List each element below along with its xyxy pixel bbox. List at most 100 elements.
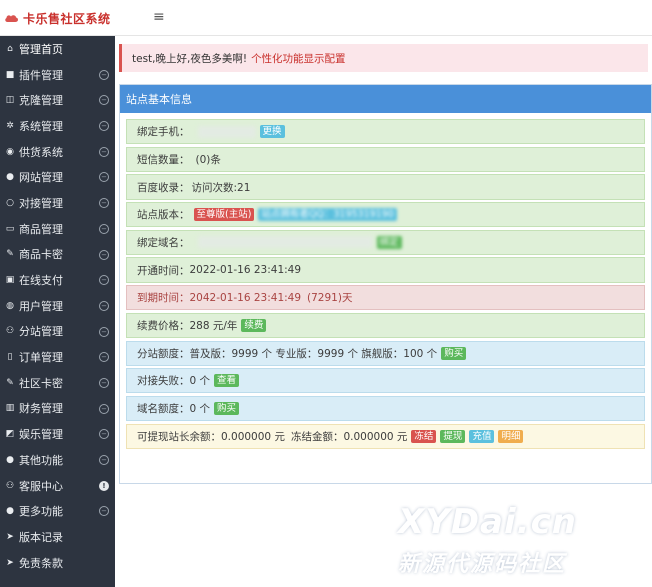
send-icon: ➤	[6, 531, 14, 542]
collapse-icon: −	[99, 352, 109, 363]
sidebar-item[interactable]: ◩ 娱乐管理 −	[0, 421, 115, 447]
collapse-icon: −	[99, 275, 109, 286]
finance-icon: ▥	[5, 403, 15, 414]
payment-icon: ▣	[5, 275, 15, 286]
cogs-icon: ✲	[6, 120, 14, 131]
row-baidu: 百度收录： 访问次数:21	[126, 174, 645, 200]
clone-icon: ◫	[5, 95, 15, 106]
version-badge: 至尊版(主站)	[193, 208, 255, 222]
collapse-icon: −	[99, 403, 109, 414]
sidebar-item[interactable]: ■ 插件管理 −	[0, 62, 115, 88]
sidebar-item-label: 更多功能	[19, 505, 63, 519]
sidebar-item[interactable]: ➤ 免责条款	[0, 550, 115, 576]
row-open-time: 开通时间： 2022-01-16 23:41:49	[126, 257, 645, 283]
sidebar-item[interactable]: ○ 对接管理 −	[0, 190, 115, 216]
power-icon: ○	[6, 197, 14, 208]
top-bar: 卡乐售社区系统 ≡	[0, 0, 652, 36]
owner-qq-badge: 站点拥有者QQ：3195319190	[258, 208, 397, 222]
expire-label: 到期时间：	[137, 292, 190, 305]
sidebar-item[interactable]: ➤ 版本记录	[0, 524, 115, 550]
sidebar-item[interactable]: ▯ 订单管理 −	[0, 344, 115, 370]
sidebar-item-label: 商品卡密	[19, 248, 63, 262]
sitemap-icon: ⚇	[5, 326, 15, 337]
entertainment-icon: ◩	[5, 429, 15, 440]
row-sms: 短信数量： (0)条	[126, 146, 645, 172]
sidebar-item[interactable]: ✎ 社区卡密 −	[0, 370, 115, 396]
sidebar-item[interactable]: ◉ 供货系统 −	[0, 139, 115, 165]
key-icon: ✎	[6, 249, 14, 260]
collapse-icon: −	[99, 121, 109, 132]
freeze-button[interactable]: 冻结	[411, 429, 437, 443]
supply-icon: ◉	[6, 146, 14, 157]
renew-button[interactable]: 续费	[241, 318, 267, 332]
order-icon: ▯	[7, 352, 13, 363]
sidebar-item[interactable]: ✎ 商品卡密 −	[0, 242, 115, 268]
bind-domain-button[interactable]: 绑定	[376, 235, 402, 249]
collapse-icon: −	[99, 198, 109, 209]
sidebar-item[interactable]: ◫ 克隆管理 −	[0, 87, 115, 113]
buy-domain-quota-button[interactable]: 购买	[214, 402, 240, 416]
sidebar-item[interactable]: ● 网站管理 −	[0, 164, 115, 190]
customer-service-icon: ⚇	[5, 480, 15, 491]
sidebar-item[interactable]: ⚇ 分站管理 −	[0, 319, 115, 345]
buy-quota-button[interactable]: 购买	[441, 346, 467, 360]
row-renew: 续费价格： 288 元/年 续费	[126, 312, 645, 339]
row-expire: 到期时间： 2042-01-16 23:41:49 (7291)天	[126, 285, 645, 311]
sidebar-item-label: 娱乐管理	[19, 428, 63, 442]
watermark-domain: XYDai.cn	[398, 502, 577, 542]
expire-days: (7291)天	[307, 292, 353, 305]
row-quota: 分站额度： 普及版：9999 个 专业版：9999 个 旗舰版：100 个 购买	[126, 340, 645, 366]
menu-toggle-icon[interactable]: ≡	[153, 9, 167, 25]
balance-label: 可提现站长余额：	[137, 430, 221, 443]
sidebar-item[interactable]: ▥ 财务管理 −	[0, 396, 115, 422]
sidebar-item-label: 克隆管理	[19, 94, 63, 108]
row-version: 站点版本： 至尊版(主站) 站点拥有者QQ：3195319190	[126, 202, 645, 228]
sidebar-item-label: 在线支付	[19, 274, 63, 288]
sidebar-item-label: 订单管理	[19, 351, 63, 365]
sidebar-item[interactable]: ● 更多功能 −	[0, 498, 115, 524]
phone-value-redacted	[197, 125, 256, 138]
globe-icon: ●	[6, 172, 14, 183]
sidebar-item-label: 系统管理	[19, 119, 63, 133]
row-domain: 绑定域名： 绑定	[126, 229, 645, 256]
sidebar-item-label: 版本记录	[19, 530, 63, 544]
sidebar-item[interactable]: ◍ 用户管理 −	[0, 293, 115, 319]
open-time-value: 2022-01-16 23:41:49	[189, 264, 302, 277]
details-button[interactable]: 明细	[498, 429, 524, 443]
sidebar: ⌂ 管理首页 ■ 插件管理 − ◫ 克隆管理 − ✲ 系统管理 − ◉ 供货系统 − ● 网站管理 − ○ 对接管理…	[0, 36, 115, 587]
version-label: 站点版本：	[137, 209, 190, 222]
collapse-icon: −	[99, 300, 109, 311]
collapse-icon: −	[99, 249, 109, 260]
sidebar-item[interactable]: ⚇ 客服中心!	[0, 473, 115, 499]
baidu-value: 访问次数:21	[191, 181, 251, 194]
lock-icon: ■	[5, 69, 15, 80]
collapse-icon: −	[99, 326, 109, 337]
collapse-icon: −	[99, 172, 109, 183]
frozen-value: 0.000000 元	[343, 430, 408, 443]
phone-label: 绑定手机：	[137, 126, 190, 139]
domain-quota-value: 0 个	[189, 403, 211, 416]
recharge-button[interactable]: 充值	[469, 429, 495, 443]
sidebar-item[interactable]: ✲ 系统管理 −	[0, 113, 115, 139]
withdraw-button[interactable]: 提现	[440, 429, 466, 443]
view-dock-fail-button[interactable]: 查看	[214, 374, 240, 388]
brand[interactable]: 卡乐售社区系统	[4, 4, 142, 32]
sidebar-item-label: 对接管理	[19, 196, 63, 210]
sidebar-item[interactable]: ▭ 商品管理 −	[0, 216, 115, 242]
sidebar-item-label: 商品管理	[19, 222, 63, 236]
renew-label: 续费价格：	[137, 319, 190, 332]
personalize-config-link[interactable]: 个性化功能显示配置	[251, 51, 346, 66]
sidebar-item-label: 供货系统	[19, 145, 63, 159]
sidebar-item[interactable]: ⌂ 管理首页	[0, 36, 115, 62]
sms-value: (0)条	[195, 153, 221, 166]
change-phone-button[interactable]: 更换	[259, 125, 285, 139]
row-balance: 可提现站长余额： 0.000000 元 冻结金额： 0.000000 元 冻结 …	[126, 423, 645, 449]
row-domain-quota: 域名额度： 0 个 购买	[126, 395, 645, 422]
cloud-logo-icon	[5, 15, 18, 22]
collapse-icon: −	[99, 506, 109, 517]
sidebar-item[interactable]: ▣ 在线支付 −	[0, 267, 115, 293]
sidebar-item-label: 网站管理	[19, 171, 63, 185]
sidebar-item-label: 财务管理	[19, 402, 63, 416]
domain-value-redacted	[197, 236, 373, 249]
sidebar-item[interactable]: ● 其他功能 −	[0, 447, 115, 473]
